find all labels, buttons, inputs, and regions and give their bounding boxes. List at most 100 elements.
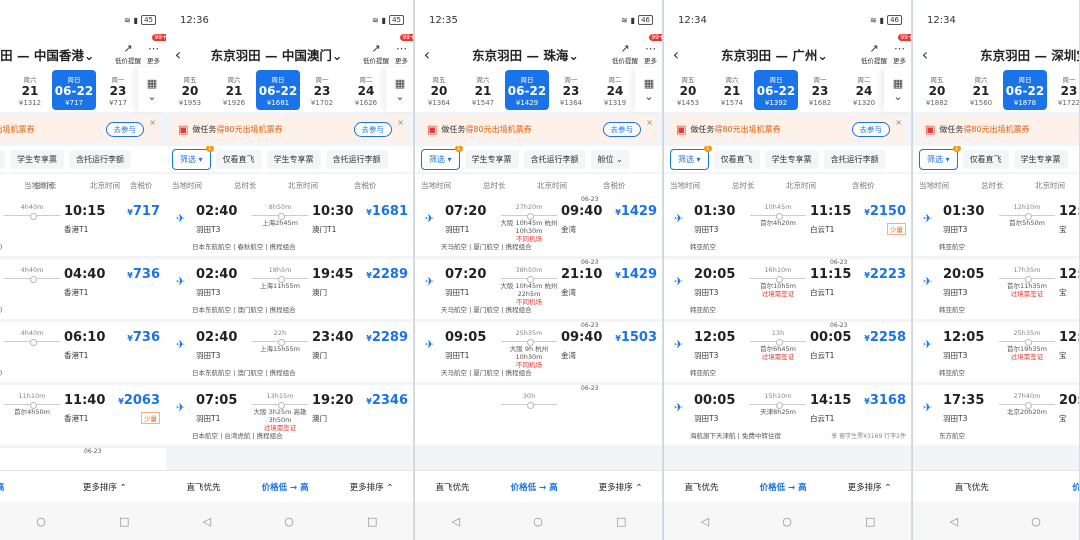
date-cell[interactable]: 周六 21 ¥1312 xyxy=(8,70,52,110)
back-icon[interactable]: ‹ xyxy=(166,45,190,64)
flight-card[interactable]: ✈ 09:05 羽田T1 25h35m 大阪 9h 杭州 10h30m 不同机场 09:40… xyxy=(415,322,662,382)
flight-card[interactable]: 30h 06-23 xyxy=(415,385,662,445)
sort-option-button[interactable]: 直飞优先 xyxy=(955,481,989,493)
join-button[interactable]: 去参与 xyxy=(602,121,641,137)
date-cell[interactable]: 周五 20 ¥1453 xyxy=(666,70,710,110)
date-cell[interactable]: 周六 21 ¥1560 xyxy=(959,70,1003,110)
promo-banner[interactable]: ▣做任务 得80元出境机票券× xyxy=(919,116,1079,142)
date-cell[interactable]: 周五 20 ¥1882 xyxy=(915,70,959,110)
route-title[interactable]: 东京羽田 — 珠海⌄ xyxy=(439,45,612,64)
date-cell[interactable]: 周五 20 ¥1364 xyxy=(417,70,461,110)
filter-chip[interactable]: 仅看直飞 xyxy=(962,149,1009,169)
close-icon[interactable]: × xyxy=(149,118,156,127)
close-icon[interactable]: × xyxy=(397,118,404,127)
date-cell[interactable]: 周日 06-22 ¥717 xyxy=(52,70,96,110)
flight-card[interactable]: ✈ 12:05 羽田T3 13h 首尔6h45m 过境需签证 00:05 06-23 白云T1 ¥… xyxy=(664,322,911,382)
close-icon[interactable]: × xyxy=(895,118,902,127)
flight-card[interactable]: ✈ 02:40 羽田T3 18h5m 上海11h55m 19:45 澳门 ¥2289 日本东航航… xyxy=(166,259,413,319)
more-button[interactable]: ⋯ 更多 99+ xyxy=(147,34,169,65)
back-triangle-icon[interactable]: ◁ xyxy=(701,515,709,528)
date-cell[interactable]: 周一 23 ¥1722 xyxy=(1047,70,1079,110)
promo-banner[interactable]: ▣做任务 得80元出境机票券去参与× xyxy=(0,116,160,142)
calendar-button[interactable]: ▦ ⌄ xyxy=(635,68,662,112)
filter-chip[interactable]: 仅看直飞 xyxy=(215,149,262,169)
sort-option-button[interactable]: 直飞优先 xyxy=(436,481,470,493)
date-cell[interactable]: 周日 06-22 ¥1392 xyxy=(754,70,798,110)
calendar-button[interactable]: ▦ ⌄ xyxy=(386,68,413,112)
filter-chip[interactable]: 学生专享票 xyxy=(10,149,64,169)
home-circle-icon[interactable]: ○ xyxy=(533,515,543,528)
flight-card[interactable]: ✈ 07:05 羽田T1 13h15m 大阪 3h25m 高雄 3h50m 过境需签证 19… xyxy=(166,385,413,445)
sort-price-button[interactable]: 价格低 → 高 xyxy=(0,481,4,493)
join-button[interactable]: 去参与 xyxy=(353,121,392,137)
recents-square-icon[interactable]: □ xyxy=(616,515,626,528)
flight-card[interactable]: 4h40m 04:40 香港T1 ¥736 ...航空 空客321(中) xyxy=(0,259,166,319)
more-button[interactable]: ⋯ 更多 99+ xyxy=(893,34,911,65)
flight-card[interactable]: 11h10m 首尔4h50m 11:40 香港T1 ¥2063 少量 xyxy=(0,385,166,445)
date-cell[interactable]: 周日 06-22 ¥1878 xyxy=(1003,70,1047,110)
home-circle-icon[interactable]: ○ xyxy=(782,515,792,528)
filter-chip[interactable]: 学生专享票 xyxy=(464,149,519,169)
sort-price-button[interactable]: 价格低 → 高 xyxy=(262,481,309,493)
date-cell[interactable]: 周一 23 ¥1702 xyxy=(300,70,344,110)
date-cell[interactable]: 周五20¥1560 xyxy=(0,70,8,110)
calendar-button[interactable]: ▦ ⌄ xyxy=(138,68,166,112)
date-cell[interactable]: 周六 21 ¥1547 xyxy=(461,70,505,110)
home-circle-icon[interactable]: ○ xyxy=(36,515,46,528)
close-icon[interactable]: × xyxy=(646,118,653,127)
price-alert-button[interactable]: ↗ 低价提醒 xyxy=(363,43,389,66)
sort-option-button[interactable]: 更多排序 ⌃ xyxy=(83,481,127,493)
date-cell[interactable]: 周二 24 ¥1626 xyxy=(344,70,388,110)
flight-card[interactable]: 4h40m 06:10 香港T1 ¥736 ...航空 空客321(中) xyxy=(0,322,166,382)
back-triangle-icon[interactable]: ◁ xyxy=(203,515,211,528)
back-icon[interactable]: ‹ xyxy=(913,45,937,64)
back-icon[interactable]: ‹ xyxy=(664,45,688,64)
flight-card[interactable]: ✈ 17:35 羽田T3 27h40m 北京20h20m 20:1 宝东方航空 xyxy=(913,385,1079,445)
sort-option-button[interactable]: 更多排序 ⌃ xyxy=(599,481,643,493)
filter-chip[interactable]: 筛选 ▾ 1 xyxy=(421,146,463,170)
date-cell[interactable]: 周二 24 ¥1320 xyxy=(842,70,886,110)
sort-option-button[interactable]: 直飞优先 xyxy=(685,481,719,493)
flight-card[interactable]: ✈ 12:05 羽田T3 25h35m 首尔19h35m过境需签证 12:4 宝韩亚航空 xyxy=(913,322,1079,382)
sort-option-button[interactable]: 更多排序 ⌃ xyxy=(350,481,394,493)
flight-card[interactable]: ✈ 07:20 羽田T1 27h20m 大阪 10h45m 杭州 10h30m 不同机场 0… xyxy=(415,196,662,256)
filter-chip[interactable]: 舱位 ⌄ xyxy=(590,149,630,169)
filter-chip[interactable]: 学生专享票 xyxy=(1013,149,1068,169)
price-alert-button[interactable]: ↗ 低价提醒 xyxy=(861,43,887,66)
date-cell[interactable]: 周日 06-22 ¥1681 xyxy=(256,70,300,110)
filter-chip[interactable]: 筛选 ▾ 1 xyxy=(919,146,961,170)
filter-chip[interactable]: 筛选 ▾ 1 xyxy=(172,146,214,170)
flight-card[interactable]: ✈ 01:30 羽田T3 10h45m 首尔4h20m 11:15 白云T1 ¥2150 少量韩… xyxy=(664,196,911,256)
sort-option-button[interactable]: 直飞优先 xyxy=(187,481,221,493)
date-cell[interactable]: 周一 23 ¥1364 xyxy=(549,70,593,110)
filter-chip[interactable]: 含托运行李额 xyxy=(69,149,131,169)
route-title[interactable]: 东京羽田 — 中国香港⌄ xyxy=(0,45,115,64)
date-cell[interactable]: 周一 23 ¥1682 xyxy=(798,70,842,110)
date-cell[interactable]: 周六 21 ¥1574 xyxy=(710,70,754,110)
more-button[interactable]: ⋯ 更多 99+ xyxy=(395,34,413,65)
date-cell[interactable]: 周日 06-22 ¥1429 xyxy=(505,70,549,110)
more-button[interactable]: ⋯ 更多 99+ xyxy=(644,34,662,65)
calendar-button[interactable]: ▦ ⌄ xyxy=(884,68,911,112)
sort-option-button[interactable]: 更多排序 ⌃ xyxy=(848,481,892,493)
route-title[interactable]: 东京羽田 — 深圳宝安⌄ xyxy=(937,45,1079,64)
home-circle-icon[interactable]: ○ xyxy=(1031,515,1041,528)
filter-chip[interactable]: 学生专享票 xyxy=(266,149,321,169)
flight-card[interactable]: ✈ 07:20 羽田T1 38h50m 大阪 10h45m 杭州 22h5m 不同机场 21… xyxy=(415,259,662,319)
filter-chip[interactable]: 仅看直飞 xyxy=(0,149,5,169)
price-alert-button[interactable]: ↗ 低价提醒 xyxy=(115,43,141,66)
date-cell[interactable]: 周一 23 ¥717 xyxy=(96,70,140,110)
promo-banner[interactable]: ▣做任务 得80元出境机票券去参与× xyxy=(421,116,657,142)
flight-card[interactable]: ✈ 02:40 羽田T3 8h50m 上海2h45m 10:30 澳门T1 ¥1681 日本东航… xyxy=(166,196,413,256)
recents-square-icon[interactable]: □ xyxy=(119,515,129,528)
back-icon[interactable]: ‹ xyxy=(415,45,439,64)
flight-card[interactable]: 4h40m 10:15 香港T1 ¥717 ...航空 空客321(中) xyxy=(0,196,166,256)
filter-chip[interactable]: 筛选 ▾ 1 xyxy=(670,146,712,170)
filter-chip[interactable]: 学生专享票 xyxy=(764,149,819,169)
date-cell[interactable]: 周六 21 ¥1926 xyxy=(212,70,256,110)
date-cell[interactable]: 周二 24 ¥1319 xyxy=(593,70,637,110)
back-triangle-icon[interactable]: ◁ xyxy=(950,515,958,528)
recents-square-icon[interactable]: □ xyxy=(865,515,875,528)
sort-price-button[interactable]: 价格低 → 高 xyxy=(511,481,558,493)
price-alert-button[interactable]: ↗ 低价提醒 xyxy=(612,43,638,66)
